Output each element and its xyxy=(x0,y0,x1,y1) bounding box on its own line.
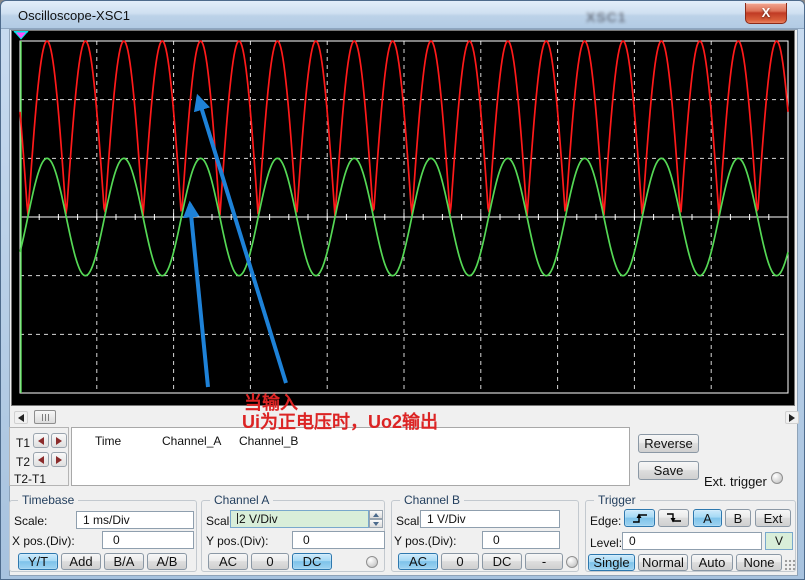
save-button[interactable]: Save xyxy=(638,461,699,480)
client-area: 当输入 Ui为正电压时，Uo2输出 T1 T2 T2-T1 Time Chann… xyxy=(9,29,798,576)
timebase-scale-field[interactable]: 1 ms/Div xyxy=(76,511,194,529)
close-button[interactable]: X xyxy=(745,3,787,24)
t2-left-button[interactable] xyxy=(33,452,49,467)
trigger-source-b-button[interactable]: B xyxy=(725,509,751,527)
trigger-none-button[interactable]: None xyxy=(736,554,782,571)
timebase-xpos-field[interactable]: 0 xyxy=(102,531,194,549)
t1-right-button[interactable] xyxy=(51,433,67,448)
trigger-level-label: Level: xyxy=(590,536,622,550)
axes-yt-button[interactable]: Y/T xyxy=(18,553,58,570)
spinner-up-button[interactable] xyxy=(369,510,383,519)
channel-a-scale-field[interactable]: 2 V/Div xyxy=(230,510,369,528)
channel-b-ac-button[interactable]: AC xyxy=(398,553,438,570)
scroll-left-icon xyxy=(18,414,24,422)
channel-a-group: Channel A Scale: 2 V/Div Y pos.(Div): 0 … xyxy=(201,500,385,572)
resize-grip[interactable] xyxy=(784,559,796,571)
oscilloscope-window: XSC1 Oscilloscope-XSC1 X xyxy=(0,0,805,580)
trigger-level-field[interactable]: 0 xyxy=(622,532,762,550)
trigger-auto-button[interactable]: Auto xyxy=(691,554,733,571)
close-icon: X xyxy=(762,5,771,20)
axes-add-button[interactable]: Add xyxy=(61,553,101,570)
axes-ba-button[interactable]: B/A xyxy=(104,553,144,570)
channel-a-scale-spinner xyxy=(369,510,383,528)
trigger-group-title: Trigger xyxy=(594,493,640,507)
trigger-single-button[interactable]: Single xyxy=(588,554,635,571)
right-arrow-icon xyxy=(56,456,62,464)
annotation-arrow-to-red-wave xyxy=(198,97,286,383)
trigger-edge-label: Edge: xyxy=(590,514,621,528)
cursor-t2-label: T2 xyxy=(16,455,30,469)
annotation-text-line2: Ui为正电压时，Uo2输出 xyxy=(242,413,438,432)
title-bar[interactable]: XSC1 Oscilloscope-XSC1 X xyxy=(1,1,805,29)
timebase-scale-label: Scale: xyxy=(14,514,47,528)
axes-ab-button[interactable]: A/B xyxy=(147,553,187,570)
channel-a-indicator-icon xyxy=(366,556,378,568)
channel-b-group-title: Channel B xyxy=(400,493,464,507)
timebase-xpos-label: X pos.(Div): xyxy=(12,534,75,548)
channel-a-group-title: Channel A xyxy=(210,493,273,507)
ext-trigger-indicator-icon[interactable] xyxy=(771,472,783,484)
column-header-channel-a: Channel_A xyxy=(162,434,221,448)
column-header-time: Time xyxy=(95,434,121,448)
right-arrow-icon xyxy=(56,437,62,445)
background-watermark: XSC1 xyxy=(586,9,627,25)
channel-b-ypos-label: Y pos.(Div): xyxy=(394,534,456,548)
timebase-group-title: Timebase xyxy=(18,493,78,507)
text-cursor xyxy=(237,513,238,524)
trigger-source-ext-button[interactable]: Ext xyxy=(755,509,791,527)
channel-b-dc-button[interactable]: DC xyxy=(482,553,522,570)
reverse-button[interactable]: Reverse xyxy=(638,434,699,453)
channel-a-ypos-label: Y pos.(Div): xyxy=(206,534,268,548)
rising-edge-icon xyxy=(631,512,649,524)
channel-a-ypos-field[interactable]: 0 xyxy=(292,531,385,549)
up-arrow-icon xyxy=(373,513,379,517)
annotation-text-line1: 当输入 xyxy=(244,394,298,413)
down-arrow-icon xyxy=(373,522,379,526)
scope-display xyxy=(11,30,795,406)
trigger-source-a-button[interactable]: A xyxy=(693,509,722,527)
window-title: Oscilloscope-XSC1 xyxy=(18,8,130,23)
channel-b-ypos-field[interactable]: 0 xyxy=(482,531,560,549)
scroll-right-button[interactable] xyxy=(785,411,799,424)
cursor-t2t1-label: T2-T1 xyxy=(14,472,46,486)
falling-edge-icon xyxy=(665,512,683,524)
channel-b-indicator-icon xyxy=(566,556,578,568)
trigger-position-marker[interactable] xyxy=(14,31,28,39)
annotation-arrow-to-green-wave xyxy=(190,204,208,387)
ext-trigger-label: Ext. trigger xyxy=(704,474,767,489)
readout-panel: Time Channel_A Channel_B xyxy=(71,427,630,486)
scrollbar-thumb[interactable] xyxy=(34,410,56,424)
channel-a-ac-button[interactable]: AC xyxy=(208,553,248,570)
channel-a-dc-button[interactable]: DC xyxy=(292,553,332,570)
channel-b-zero-button[interactable]: 0 xyxy=(441,553,479,570)
cursor-control-box: T1 T2 T2-T1 xyxy=(9,427,69,486)
trigger-group: Trigger Edge: A B Ext Level: 0 V Single xyxy=(585,500,796,572)
t2-right-button[interactable] xyxy=(51,452,67,467)
trigger-rising-edge-button[interactable] xyxy=(624,509,655,527)
left-arrow-icon xyxy=(38,456,44,464)
channel-b-group: Channel B Scale: 1 V/Div Y pos.(Div): 0 … xyxy=(391,500,579,572)
channel-a-zero-button[interactable]: 0 xyxy=(251,553,289,570)
t1-left-button[interactable] xyxy=(33,433,49,448)
trigger-level-unit-box[interactable]: V xyxy=(765,532,793,550)
channel-b-minus-button[interactable]: - xyxy=(525,553,563,570)
channel-b-scale-field[interactable]: 1 V/Div xyxy=(420,510,560,528)
annotation-overlay xyxy=(12,31,794,405)
trigger-normal-button[interactable]: Normal xyxy=(638,554,688,571)
scroll-left-button[interactable] xyxy=(14,411,28,424)
spinner-down-button[interactable] xyxy=(369,519,383,528)
column-header-channel-b: Channel_B xyxy=(239,434,298,448)
timebase-group: Timebase Scale: 1 ms/Div X pos.(Div): 0 … xyxy=(9,500,197,572)
left-arrow-icon xyxy=(38,437,44,445)
scroll-right-icon xyxy=(789,414,795,422)
cursor-t1-label: T1 xyxy=(16,436,30,450)
trigger-falling-edge-button[interactable] xyxy=(658,509,689,527)
